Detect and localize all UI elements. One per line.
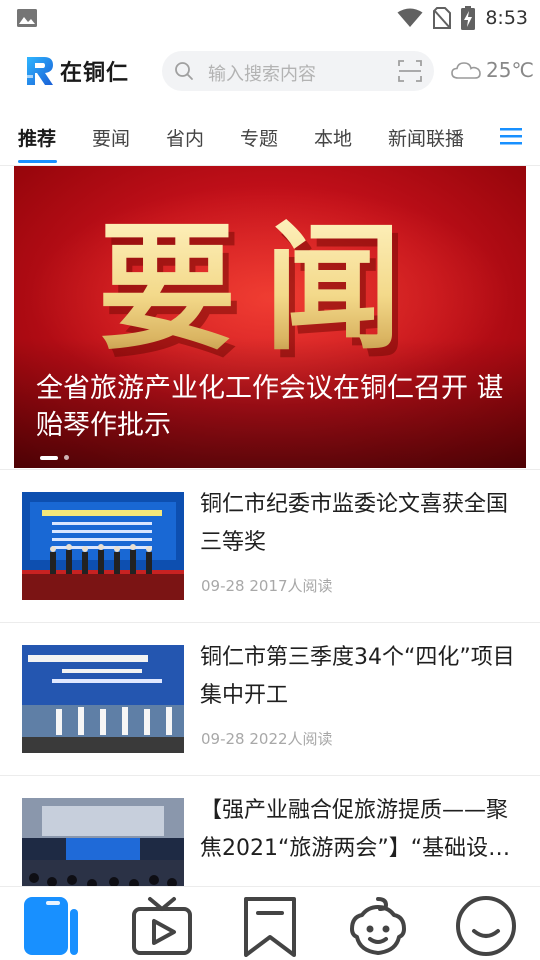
news-meta: 09-28 2022人阅读 — [201, 728, 333, 749]
news-book-icon — [24, 897, 78, 955]
news-reads: 2017人阅读 — [249, 577, 333, 595]
tab-recommend[interactable]: 推荐 — [18, 124, 56, 151]
smile-icon — [456, 896, 516, 956]
tab-news-broadcast[interactable]: 新闻联播 — [388, 124, 464, 151]
nav-profile[interactable] — [454, 895, 518, 957]
search-placeholder: 输入搜索内容 — [208, 64, 316, 85]
bookmark-icon — [244, 897, 296, 957]
gallery-icon — [17, 9, 37, 27]
tv-play-icon — [132, 897, 192, 955]
news-title: 铜仁市纪委市监委论文喜获全国三等奖 — [200, 492, 509, 555]
tab-special[interactable]: 专题 — [240, 124, 278, 151]
news-date: 09-28 — [201, 577, 245, 595]
battery-charging-icon — [461, 6, 476, 30]
status-time: 8:53 — [485, 7, 528, 29]
nav-tv[interactable] — [130, 895, 194, 957]
search-icon — [175, 62, 193, 80]
search-bar[interactable]: 输入搜索内容 — [162, 51, 434, 91]
nav-kids[interactable] — [346, 895, 410, 957]
wifi-icon — [397, 8, 423, 27]
channel-tabs: 推荐 要闻 省内 专题 本地 新闻联播 — [0, 112, 540, 166]
news-meta: 09-28 2017人阅读 — [201, 575, 333, 596]
carousel-indicator — [40, 455, 69, 460]
menu-icon[interactable] — [500, 126, 522, 146]
tab-headlines[interactable]: 要闻 — [92, 124, 130, 151]
scan-icon[interactable] — [398, 60, 422, 82]
bottom-navigation — [0, 886, 540, 960]
nav-bookmark[interactable] — [238, 895, 302, 957]
app-logo[interactable]: 在铜仁 — [24, 52, 129, 90]
banner-title[interactable]: 全省旅游产业化工作会议在铜仁召开 谌贻琴作批示 — [36, 370, 506, 444]
active-tab-indicator — [18, 160, 57, 163]
news-date: 09-28 — [201, 730, 245, 748]
header: 在铜仁 输入搜索内容 25℃ — [0, 46, 540, 96]
baby-face-icon — [350, 897, 406, 955]
news-title: 铜仁市第三季度34个“四化”项目集中开工 — [200, 645, 515, 708]
tab-local[interactable]: 本地 — [314, 124, 352, 151]
logo-r-icon — [27, 57, 53, 85]
no-sim-icon — [433, 7, 452, 29]
carousel-dot — [64, 455, 69, 460]
temperature: 25℃ — [486, 58, 534, 82]
news-thumbnail — [22, 645, 184, 753]
cloud-icon — [451, 62, 481, 79]
banner-carousel[interactable]: 要闻 要闻 全省旅游产业化工作会议在铜仁召开 谌贻琴作批示 — [14, 166, 526, 468]
news-item[interactable]: 铜仁市第三季度34个“四化”项目集中开工 09-28 2022人阅读 — [0, 623, 540, 773]
news-reads: 2022人阅读 — [249, 730, 333, 748]
news-title: 【强产业融合促旅游提质——聚焦2021“旅游两会”】“基础设… — [200, 798, 511, 861]
news-item[interactable]: 铜仁市纪委市监委论文喜获全国三等奖 09-28 2017人阅读 — [0, 470, 540, 620]
weather-widget[interactable]: 25℃ — [450, 58, 534, 82]
nav-news[interactable] — [20, 895, 84, 957]
status-bar: 8:53 — [0, 0, 540, 36]
carousel-dot-active — [40, 455, 58, 460]
tab-province[interactable]: 省内 — [166, 124, 204, 151]
news-thumbnail — [22, 492, 184, 600]
logo-text: 在铜仁 — [60, 61, 130, 86]
